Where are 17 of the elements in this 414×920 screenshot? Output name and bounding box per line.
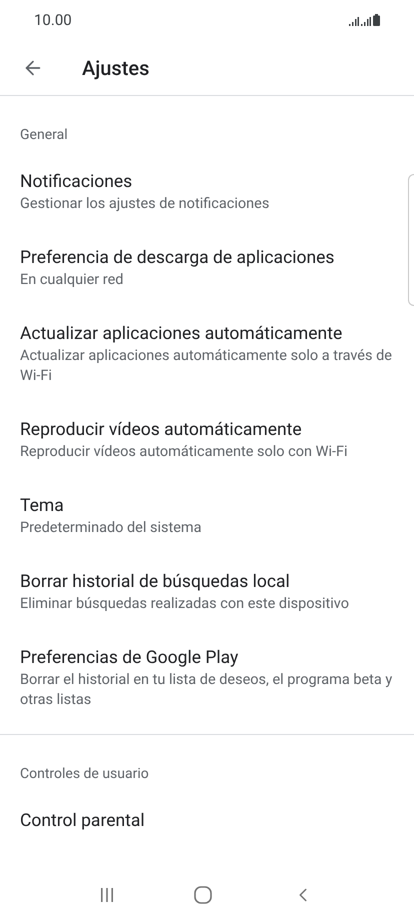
signal-icon (361, 17, 371, 26)
settings-item[interactable]: Preferencia de descarga de aplicaciones En cualquier red (0, 230, 414, 306)
recent-apps-icon[interactable] (100, 887, 114, 903)
home-icon[interactable] (194, 886, 212, 904)
section-header: General (20, 127, 68, 143)
settings-item[interactable]: Borrar historial de búsquedas local Eliminar búsquedas realizadas con este dispositivo (0, 554, 414, 630)
settings-item[interactable]: Reproducir vídeos automáticamente Reproducir vídeos automáticamente solo con Wi-Fi (0, 402, 414, 478)
settings-item[interactable]: Notificaciones Gestionar los ajustes de notificaciones (0, 154, 414, 230)
page-title: Ajustes (82, 54, 150, 82)
status-time: 10.00 (34, 10, 72, 31)
settings-item[interactable]: Actualizar aplicaciones automáticamente Actualizar aplicaciones automáticamente solo a través de Wi-Fi (0, 306, 414, 402)
signal-icon (349, 17, 359, 26)
battery-icon (373, 14, 380, 26)
settings-item[interactable]: Preferencias de Google Play Borrar el historial en tu lista de deseos, el programa beta y otras listas (0, 630, 414, 726)
settings-item[interactable]: Tema Predeterminado del sistema (0, 478, 414, 554)
section-header: Controles de usuario (20, 766, 149, 782)
settings-item[interactable]: Control parental (0, 793, 414, 849)
